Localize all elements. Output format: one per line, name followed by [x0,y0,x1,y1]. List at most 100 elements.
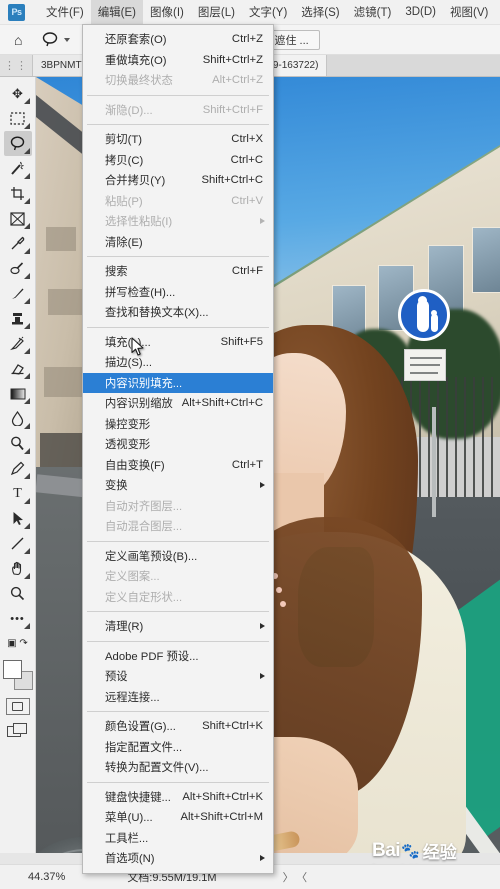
status-arrows-icon[interactable]: 〉〈 [283,869,316,885]
edit-menu-item[interactable]: 拼写检查(H)... [83,282,273,303]
lasso-tool[interactable] [3,131,32,156]
edit-menu-item-label: 定义自定形状... [105,591,183,604]
edit-menu-item[interactable]: 变换 [83,475,273,496]
hand-tool[interactable] [4,556,32,581]
edit-menu-item[interactable]: 颜色设置(G)... Shift+Ctrl+K [83,716,273,737]
menu-view[interactable]: 视图(V) [443,0,495,24]
tool-preset-chevron-down-icon[interactable] [64,37,71,42]
healing-brush-tool[interactable] [4,256,32,281]
menu-3d[interactable]: 3D(D) [398,2,443,22]
edit-menu-item[interactable]: 查找和替换文本(X)... [83,302,273,323]
left-building-window [46,227,76,251]
edit-menu-item-label: 清除(E) [105,236,143,249]
edit-menu-item[interactable]: 操控变形 [83,414,273,435]
history-brush-tool[interactable] [4,331,32,356]
zoom-tool[interactable] [4,581,32,606]
menu-layer[interactable]: 图层(L) [191,0,242,24]
edit-menu-item[interactable]: 内容识别填充... [83,372,273,393]
gradient-tool[interactable] [4,381,32,406]
magic-wand-tool[interactable] [4,156,32,181]
edit-menu-item-label: 颜色设置(G)... [105,721,176,734]
edit-toolbar-button[interactable]: ••• [4,606,32,631]
edit-menu-item[interactable]: 工具栏... [83,828,273,849]
menu-separator [87,611,269,612]
edit-menu-item-shortcut: Ctrl+T [231,458,263,471]
screen-mode-button[interactable] [6,723,29,739]
brush-tool[interactable] [4,281,32,306]
frame-tool[interactable] [4,206,32,231]
crop-tool[interactable] [4,181,32,206]
submenu-arrow-icon [260,482,265,489]
submenu-arrow-icon [260,673,265,680]
edit-menu-item-label: 自动混合图层... [105,521,183,534]
menu-file[interactable]: 文件(F) [39,0,91,24]
line-tool[interactable] [4,531,32,556]
lasso-tool-icon[interactable] [42,32,59,47]
dodge-tool[interactable] [4,431,32,456]
edit-menu-item[interactable]: 合并拷贝(Y) Shift+Ctrl+C [83,170,273,191]
menu-type[interactable]: 文字(Y) [242,0,294,24]
foreground-color-swatch[interactable] [2,660,22,679]
edit-menu-item[interactable]: 剪切(T) Ctrl+X [83,129,273,150]
edit-menu-item-label: 切换最终状态 [105,75,173,88]
move-tool[interactable]: ✥ [4,81,32,106]
zoom-level[interactable]: 44.37% [28,871,65,883]
edit-menu-item[interactable]: 指定配置文件... [83,737,273,758]
document-tab-1-label: 3BPNMT [41,60,82,71]
edit-menu-item[interactable]: 还原套索(O) Ctrl+Z [83,29,273,50]
menu-select[interactable]: 选择(S) [294,0,346,24]
edit-menu-item[interactable]: 转换为配置文件(V)... [83,757,273,778]
edit-menu-item[interactable]: 预设 [83,666,273,687]
menu-edit[interactable]: 编辑(E) [90,0,144,24]
edit-menu-item-shortcut: Ctrl+F [231,265,263,278]
edit-menu-item-label: 粘贴(P) [105,195,143,208]
edit-menu-item[interactable]: 填充(L)... Shift+F5 [83,332,273,353]
menu-window[interactable]: 窗口(W) [495,0,500,24]
default-colors-icon[interactable]: ▣ ↷ [4,631,32,656]
edit-menu-item[interactable]: 透视变形 [83,434,273,455]
clone-stamp-tool[interactable] [4,306,32,331]
right-building-window [472,227,500,293]
type-tool[interactable]: T [4,481,32,506]
edit-menu-item[interactable]: 重做填充(O) Shift+Ctrl+Z [83,50,273,71]
edit-dropdown-menu[interactable]: 还原套索(O) Ctrl+Z 重做填充(O) Shift+Ctrl+Z 切换最终状态 Al… [82,24,274,874]
edit-menu-item[interactable]: 搜索 Ctrl+F [83,261,273,282]
edit-menu-item[interactable]: 菜单(U)... Alt+Shift+Ctrl+M [83,807,273,828]
edit-menu-item-label: 内容识别缩放 [105,398,173,411]
quick-mask-button[interactable] [5,698,30,715]
edit-menu-item-label: 填充(L)... [105,336,151,349]
path-selection-tool[interactable] [4,506,32,531]
eraser-tool[interactable] [4,356,32,381]
edit-menu-item-shortcut: Shift+Ctrl+Z [202,53,263,66]
marquee-tool[interactable] [4,106,32,131]
edit-menu-item[interactable]: 首选项(N) [83,848,273,869]
tab-grip-handle[interactable]: ⋮⋮ [0,55,33,76]
edit-menu-item[interactable]: 键盘快捷键... Alt+Shift+Ctrl+K [83,787,273,808]
edit-menu-item-shortcut: Shift+Ctrl+F [202,103,263,116]
menu-filter[interactable]: 滤镜(T) [347,0,399,24]
edit-menu-item[interactable]: Adobe PDF 预设... [83,646,273,667]
pen-tool[interactable] [4,456,32,481]
edit-menu-item[interactable]: 远程连接... [83,687,273,708]
menu-image[interactable]: 图像(I) [143,0,191,24]
color-swatches[interactable] [2,660,33,690]
edit-menu-item[interactable]: 描边(S)... [83,352,273,373]
left-building-door [40,433,84,467]
home-icon[interactable]: ⌂ [14,32,22,48]
blur-tool[interactable] [4,406,32,431]
edit-menu-item[interactable]: 清理(R) [83,616,273,637]
menu-separator [87,781,269,783]
sign-text-line [410,372,438,374]
edit-menu-item[interactable]: 内容识别缩放 Alt+Shift+Ctrl+C [83,393,273,414]
edit-menu-item[interactable]: 自由变换(F) Ctrl+T [83,455,273,476]
edit-menu-item[interactable]: 定义画笔预设(B)... [83,546,273,567]
edit-menu-item[interactable]: 拷贝(C) Ctrl+C [83,150,273,171]
edit-menu-item: 定义图案... [83,566,273,587]
edit-menu-item-label: 操控变形 [105,418,151,431]
edit-menu-item-label: 合并拷贝(Y) [105,175,166,188]
eyedropper-tool[interactable] [4,231,32,256]
edit-menu-item: 定义自定形状... [83,587,273,608]
menu-bar: Ps 文件(F) 编辑(E) 图像(I) 图层(L) 文字(Y) 选择(S) 滤… [0,0,500,25]
edit-menu-item-label: 清理(R) [105,621,144,634]
edit-menu-item[interactable]: 清除(E) [83,232,273,253]
